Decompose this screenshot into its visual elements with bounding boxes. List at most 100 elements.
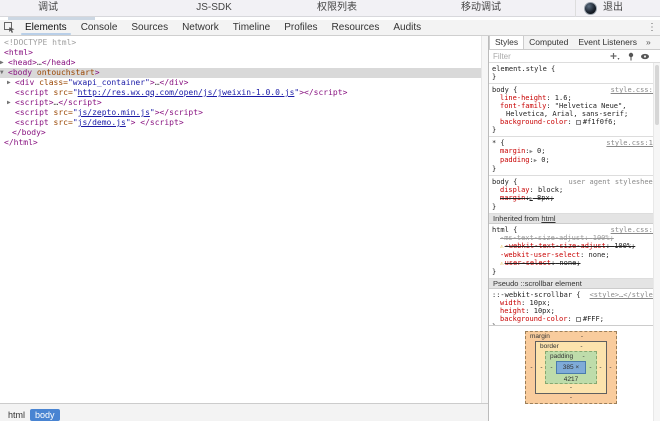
expand-value-icon[interactable]: ▶: [530, 196, 533, 202]
styles-filter-input[interactable]: Filter: [493, 52, 511, 61]
css-property-name[interactable]: user-select: [505, 259, 551, 267]
more-tabs-icon[interactable]: »: [642, 36, 655, 49]
stylesheet-link[interactable]: style.css:1: [607, 226, 657, 234]
dom-tree-node[interactable]: <script src="js/zepto.min.js"></script>: [0, 108, 481, 118]
devtools-tab-audits[interactable]: Audits: [386, 20, 428, 35]
tab-computed[interactable]: Computed: [524, 36, 573, 49]
css-selector[interactable]: element.style {: [492, 65, 555, 73]
margin-left-value[interactable]: -: [528, 364, 535, 371]
expand-arrow-icon[interactable]: ▶: [0, 58, 8, 68]
css-property[interactable]: margin:▶ 8px;: [492, 194, 657, 203]
breadcrumb-html[interactable]: html: [3, 409, 30, 421]
breadcrumb-body[interactable]: body: [30, 409, 60, 421]
user-avatar[interactable]: [584, 2, 597, 15]
resource-link[interactable]: http://res.wx.qq.com/open/js/jweixin-1.0…: [78, 88, 295, 97]
overflow-menu-icon[interactable]: ⋮: [644, 20, 660, 35]
expand-arrow-icon[interactable]: ▶: [7, 78, 15, 88]
devtools-tab-resources[interactable]: Resources: [325, 20, 387, 35]
scrollbar-thumb[interactable]: [655, 65, 659, 125]
logout-link[interactable]: 退出: [603, 0, 623, 17]
inspect-element-icon[interactable]: [0, 20, 18, 35]
css-property-name[interactable]: -webkit-user-select: [500, 251, 580, 259]
tab-styles[interactable]: Styles: [489, 36, 524, 49]
css-selector[interactable]: html {: [492, 226, 517, 234]
box-model-margin[interactable]: margin - - border - - padding -: [525, 331, 617, 404]
margin-right-value[interactable]: -: [607, 364, 614, 371]
expand-value-icon[interactable]: ▶: [534, 158, 537, 164]
devtools-tab-network[interactable]: Network: [175, 20, 226, 35]
css-property-name[interactable]: background-color: [500, 118, 567, 126]
css-property-value[interactable]: 10px: [530, 299, 547, 307]
box-model-content[interactable]: 385 × 4217: [556, 361, 586, 374]
css-property-name[interactable]: height: [500, 307, 525, 315]
css-property-name[interactable]: font-family: [500, 102, 546, 110]
dom-tree-node[interactable]: <script src="http://res.wx.qq.com/open/j…: [0, 88, 481, 98]
padding-left-value[interactable]: -: [548, 364, 555, 371]
devtools-tab-console[interactable]: Console: [74, 20, 125, 35]
border-top-value[interactable]: -: [559, 342, 604, 351]
devtools-tab-sources[interactable]: Sources: [124, 20, 175, 35]
css-property[interactable]: background-color: #f1f0f6;: [492, 118, 657, 126]
stylesheet-link[interactable]: <style>…</style>: [586, 291, 657, 299]
css-property[interactable]: ⚠user-select: none;: [492, 259, 657, 268]
css-property[interactable]: margin:▶ 0;: [492, 147, 657, 156]
css-property-name[interactable]: margin: [500, 194, 525, 202]
margin-top-value[interactable]: -: [550, 332, 614, 341]
css-property-value[interactable]: #FFF: [583, 315, 600, 323]
css-property-name[interactable]: width: [500, 299, 521, 307]
css-property-value[interactable]: 100%: [593, 234, 610, 242]
box-model-padding[interactable]: padding - - 385 × 4217 - -: [545, 351, 597, 384]
nav-item-permission-list[interactable]: 权限列表: [317, 0, 357, 17]
css-property-name[interactable]: -webkit-text-size-adjust: [505, 242, 606, 250]
box-model-border[interactable]: border - - padding - - 385 × 421: [535, 341, 607, 394]
css-selector[interactable]: body {: [492, 178, 517, 186]
css-property-name[interactable]: margin: [500, 147, 525, 155]
css-property[interactable]: padding:▶ 0;: [492, 156, 657, 165]
devtools-tab-timeline[interactable]: Timeline: [226, 20, 277, 35]
css-property-value[interactable]: 10px: [534, 307, 551, 315]
css-property[interactable]: font-family: "Helvetica Neue", Helvetica…: [492, 102, 657, 118]
css-property[interactable]: display: block;: [492, 186, 657, 194]
css-property-name[interactable]: line-height: [500, 94, 546, 102]
color-swatch[interactable]: [576, 317, 581, 322]
css-selector[interactable]: ::-webkit-scrollbar {: [492, 291, 581, 299]
border-bottom-value[interactable]: -: [538, 384, 604, 392]
dom-tree-node[interactable]: ▶<div class="wxapi_container">…</div>: [0, 78, 481, 88]
css-property[interactable]: width: 10px;: [492, 299, 657, 307]
css-property[interactable]: -ms-text-size-adjust: 100%;: [492, 234, 657, 242]
expand-arrow-icon[interactable]: ▶: [7, 98, 15, 108]
expand-value-icon[interactable]: ▶: [530, 149, 533, 155]
css-property[interactable]: height: 10px;: [492, 307, 657, 315]
css-property[interactable]: line-height: 1.6;: [492, 94, 657, 102]
css-property-value[interactable]: 0: [537, 147, 541, 155]
dom-tree-node[interactable]: ▶<head>…</head>: [0, 58, 481, 68]
css-property-value[interactable]: 1.6: [555, 94, 568, 102]
css-property-name[interactable]: background-color: [500, 315, 567, 323]
css-property-value[interactable]: #f1f0f6: [583, 118, 613, 126]
margin-bottom-value[interactable]: -: [528, 394, 614, 402]
dom-tree-node[interactable]: ▶<script>…</script>: [0, 98, 481, 108]
css-property-name[interactable]: padding: [500, 156, 530, 164]
css-property-name[interactable]: -ms-text-size-adjust: [500, 234, 584, 242]
nav-item-js-sdk[interactable]: JS-SDK: [196, 0, 232, 17]
css-property[interactable]: ⚠-webkit-text-size-adjust: 100%;: [492, 242, 657, 251]
dom-tree-node[interactable]: </html>: [0, 138, 481, 148]
css-property-value[interactable]: block: [538, 186, 559, 194]
devtools-tab-profiles[interactable]: Profiles: [277, 20, 324, 35]
css-property[interactable]: -webkit-user-select: none;: [492, 251, 657, 259]
stylesheet-link[interactable]: style.css:7: [607, 86, 657, 94]
border-left-value[interactable]: -: [538, 364, 545, 371]
dom-tree-node[interactable]: <html>: [0, 48, 481, 58]
css-selector[interactable]: body {: [492, 86, 517, 94]
css-property-name[interactable]: display: [500, 186, 530, 194]
new-style-rule-icon[interactable]: [610, 52, 620, 61]
css-property-value[interactable]: 8px: [537, 194, 550, 202]
css-selector[interactable]: * {: [492, 139, 505, 147]
css-property-value[interactable]: 0: [541, 156, 545, 164]
dom-tree-node[interactable]: <script src="js/demo.js"> </script>: [0, 118, 481, 128]
nav-item-mobile-debug[interactable]: 移动调试: [461, 0, 501, 17]
css-property[interactable]: background-color: #FFF;: [492, 315, 657, 323]
css-property-value[interactable]: 100%: [614, 242, 631, 250]
eye-icon[interactable]: [640, 52, 650, 61]
resource-link[interactable]: js/zepto.min.js: [78, 108, 150, 117]
